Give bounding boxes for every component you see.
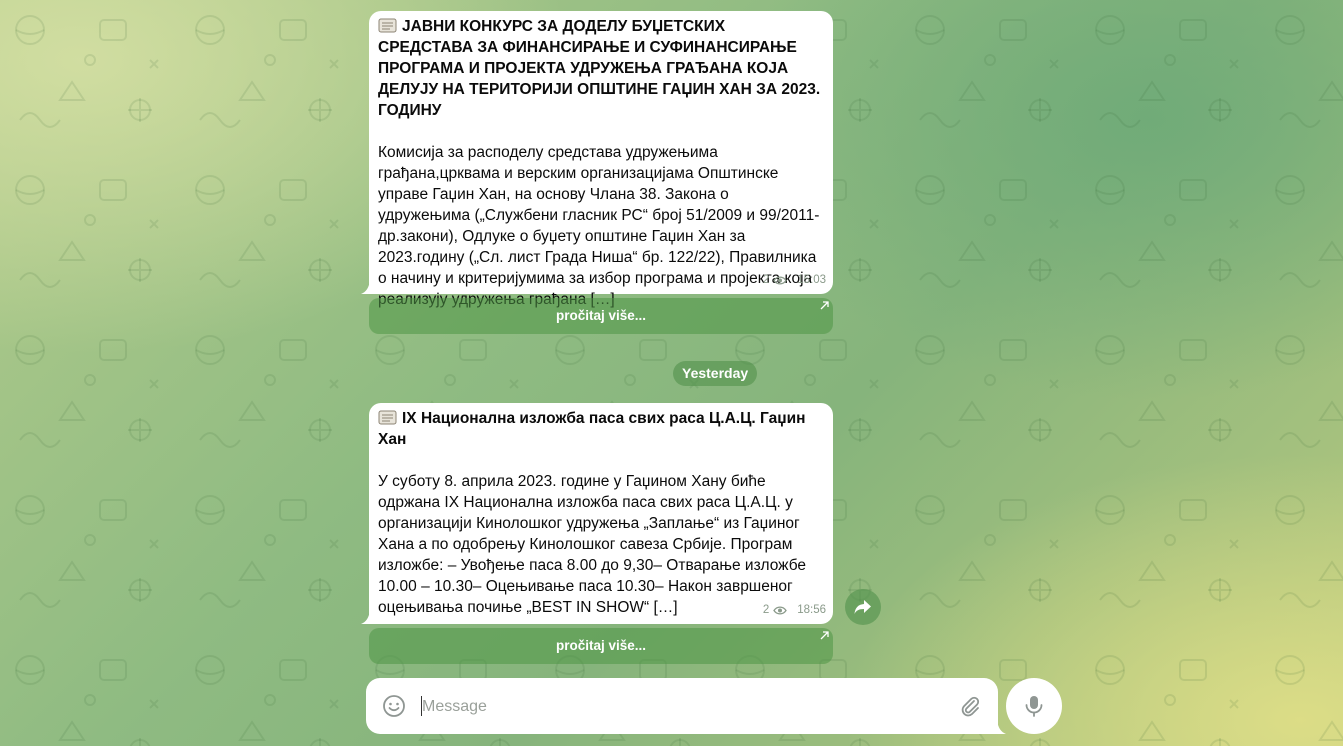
scroll-doc-icon: [378, 410, 397, 425]
read-more-button[interactable]: pročitaj više...: [369, 628, 833, 664]
post-body: У суботу 8. априла 2023. године у Гаџино…: [378, 473, 807, 616]
post-meta: 2 15:03: [763, 270, 826, 291]
share-forward-icon: [854, 600, 871, 614]
post-time: 15:03: [797, 274, 826, 286]
post-body: Комисија за расподелу средстава удружењи…: [378, 144, 820, 308]
post-title-text: ЈАВНИ КОНКУРС ЗА ДОДЕЛУ БУЏЕТСКИХ СРЕДСТ…: [378, 18, 821, 119]
text-caret: [421, 696, 422, 716]
message-composer: [366, 678, 1006, 734]
share-button[interactable]: [845, 589, 881, 625]
message-input[interactable]: [420, 692, 944, 722]
read-more-label: pročitaj više...: [555, 308, 647, 323]
channel-post-2[interactable]: IX Национална изложба паса свих раса Ц.А…: [361, 403, 833, 624]
post-meta: 2 18:56: [763, 600, 826, 621]
post-title-text: IX Национална изложба паса свих раса Ц.А…: [378, 410, 806, 448]
bubble-tail: [361, 610, 370, 624]
view-count: 2: [762, 604, 770, 616]
voice-record-button[interactable]: [1006, 678, 1062, 734]
bubble-tail: [361, 280, 370, 294]
emoji-icon[interactable]: [382, 694, 406, 718]
post-time: 18:56: [797, 604, 826, 616]
date-separator: Yesterday: [673, 361, 758, 386]
post-title: ЈАВНИ КОНКУРС ЗА ДОДЕЛУ БУЏЕТСКИХ СРЕДСТ…: [378, 16, 821, 121]
external-arrow-icon: [820, 631, 829, 640]
composer-tail: [997, 720, 1006, 734]
microphone-icon: [1025, 696, 1043, 717]
view-count: 2: [762, 274, 770, 286]
read-more-label: pročitaj više...: [555, 638, 647, 653]
eye-icon: [773, 606, 788, 615]
read-more-button[interactable]: pročitaj više...: [369, 298, 833, 334]
channel-post-1[interactable]: ЈАВНИ КОНКУРС ЗА ДОДЕЛУ БУЏЕТСКИХ СРЕДСТ…: [361, 11, 833, 308]
post-title: IX Национална изложба паса свих раса Ц.А…: [378, 408, 821, 450]
scroll-doc-icon: [378, 18, 397, 33]
eye-icon: [773, 276, 788, 285]
external-arrow-icon: [820, 301, 829, 310]
paperclip-icon[interactable]: [958, 694, 982, 718]
